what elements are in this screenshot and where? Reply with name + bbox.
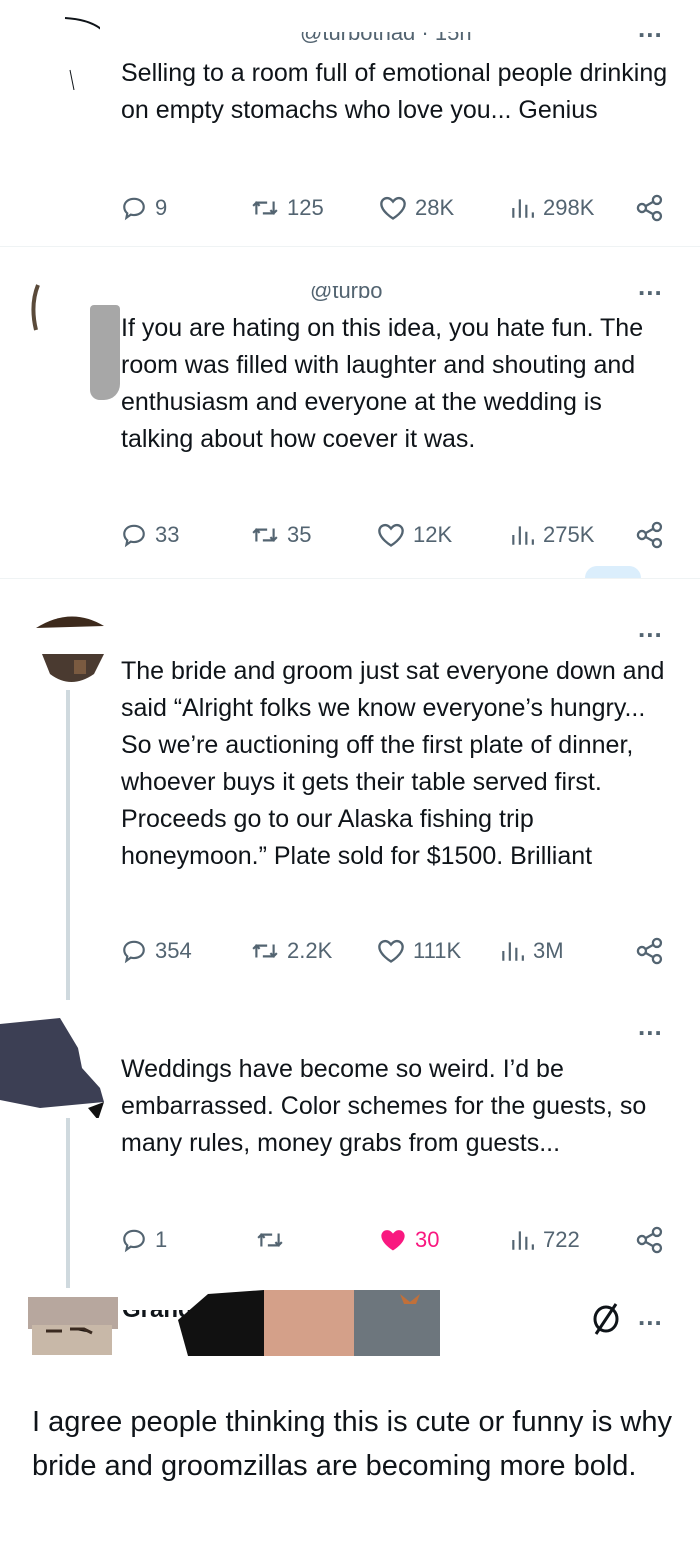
avatar[interactable] — [28, 1295, 118, 1357]
more-icon[interactable]: ... — [638, 15, 663, 41]
like-button[interactable]: 28K — [379, 190, 454, 226]
retweet-icon — [252, 944, 278, 958]
retweet-icon — [252, 201, 278, 215]
like-count: 12K — [413, 522, 453, 547]
divider — [0, 578, 700, 579]
share-button[interactable] — [635, 190, 665, 226]
share-icon — [636, 937, 663, 965]
like-button[interactable]: 12K — [377, 517, 452, 553]
tweet-text: Selling to a room full of emotional peop… — [121, 59, 675, 124]
like-count: 28K — [415, 195, 455, 220]
like-icon — [381, 1230, 405, 1251]
avatar-redaction — [90, 305, 120, 400]
views-icon — [512, 199, 534, 218]
views-button[interactable]: 3M — [499, 933, 564, 969]
share-button[interactable] — [635, 1222, 665, 1258]
reply-icon — [123, 197, 145, 221]
no-entry-icon[interactable] — [588, 1300, 624, 1336]
reply-button[interactable]: 1 — [121, 1222, 167, 1258]
tweet-actions: 354 2.2K 111K 3M — [121, 933, 681, 969]
views-button[interactable]: 722 — [509, 1222, 580, 1258]
retweet-count: 125 — [287, 195, 324, 220]
views-icon — [512, 1231, 534, 1250]
like-icon — [378, 523, 404, 547]
tweet-actions: 1 30 722 — [121, 1222, 681, 1258]
more-icon[interactable]: ... — [638, 1303, 663, 1329]
retweet-count: 2.2K — [287, 938, 333, 963]
avatar[interactable] — [36, 610, 106, 690]
retweet-count: 35 — [287, 522, 312, 547]
share-icon — [636, 194, 663, 222]
views-button[interactable]: 298K — [509, 190, 594, 226]
retweet-icon — [252, 528, 278, 542]
thread-line — [66, 690, 70, 1000]
divider — [0, 246, 700, 247]
tweet-actions: 33 35 12K 275K — [121, 517, 681, 553]
reply-button[interactable]: 33 — [121, 517, 179, 553]
tweet-text: The bride and groom just sat everyone do… — [121, 657, 672, 870]
tweet-actions: 9 125 28K 298K — [121, 190, 681, 226]
views-count: 3M — [533, 938, 564, 963]
reply-count: 1 — [155, 1227, 168, 1252]
reply-count: 9 — [155, 195, 168, 220]
views-count: 722 — [543, 1227, 580, 1252]
avatar[interactable] — [28, 280, 48, 340]
views-count: 275K — [543, 522, 595, 547]
redaction-block — [178, 1290, 440, 1356]
retweet-button[interactable]: 125 — [251, 190, 324, 226]
like-icon — [380, 196, 406, 220]
like-count: 30 — [415, 1227, 440, 1252]
like-button[interactable]: 30 — [379, 1222, 439, 1258]
reply-button[interactable]: 9 — [121, 190, 167, 226]
more-icon[interactable]: ... — [638, 273, 663, 299]
retweet-button[interactable]: 35 — [251, 517, 311, 553]
like-button[interactable]: 111K — [377, 933, 461, 969]
post-text: I agree people thinking this is cute or … — [32, 1406, 672, 1482]
thread-line — [66, 1118, 70, 1288]
tweet-handle[interactable]: @turbo — [310, 286, 382, 304]
retweet-button[interactable]: 2.2K — [251, 933, 332, 969]
avatar[interactable] — [40, 10, 100, 90]
views-icon — [502, 942, 524, 961]
reply-icon — [123, 1229, 145, 1253]
tweet-handle[interactable]: @turbothad · 15h — [300, 32, 472, 46]
share-icon — [636, 521, 663, 549]
more-icon[interactable]: ... — [638, 615, 663, 641]
tweet-text: Weddings have become so weird. I’d be em… — [121, 1055, 654, 1157]
reply-icon — [123, 524, 145, 548]
views-icon — [512, 526, 534, 545]
share-icon — [636, 1226, 663, 1254]
more-icon[interactable]: ... — [638, 1013, 663, 1039]
reply-icon — [123, 940, 145, 964]
share-button[interactable] — [635, 933, 665, 969]
like-count: 111K — [413, 938, 462, 963]
reply-button[interactable]: 354 — [121, 933, 192, 969]
views-button[interactable]: 275K — [509, 517, 594, 553]
avatar[interactable] — [0, 1008, 110, 1118]
blue-highlight — [585, 566, 641, 578]
retweet-icon — [257, 1233, 283, 1247]
views-count: 298K — [543, 195, 595, 220]
retweet-button[interactable] — [256, 1222, 292, 1258]
reply-count: 33 — [155, 522, 180, 547]
reply-count: 354 — [155, 938, 192, 963]
like-icon — [378, 939, 404, 963]
share-button[interactable] — [635, 517, 665, 553]
tweet-text: If you are hating on this idea, you hate… — [121, 314, 651, 453]
